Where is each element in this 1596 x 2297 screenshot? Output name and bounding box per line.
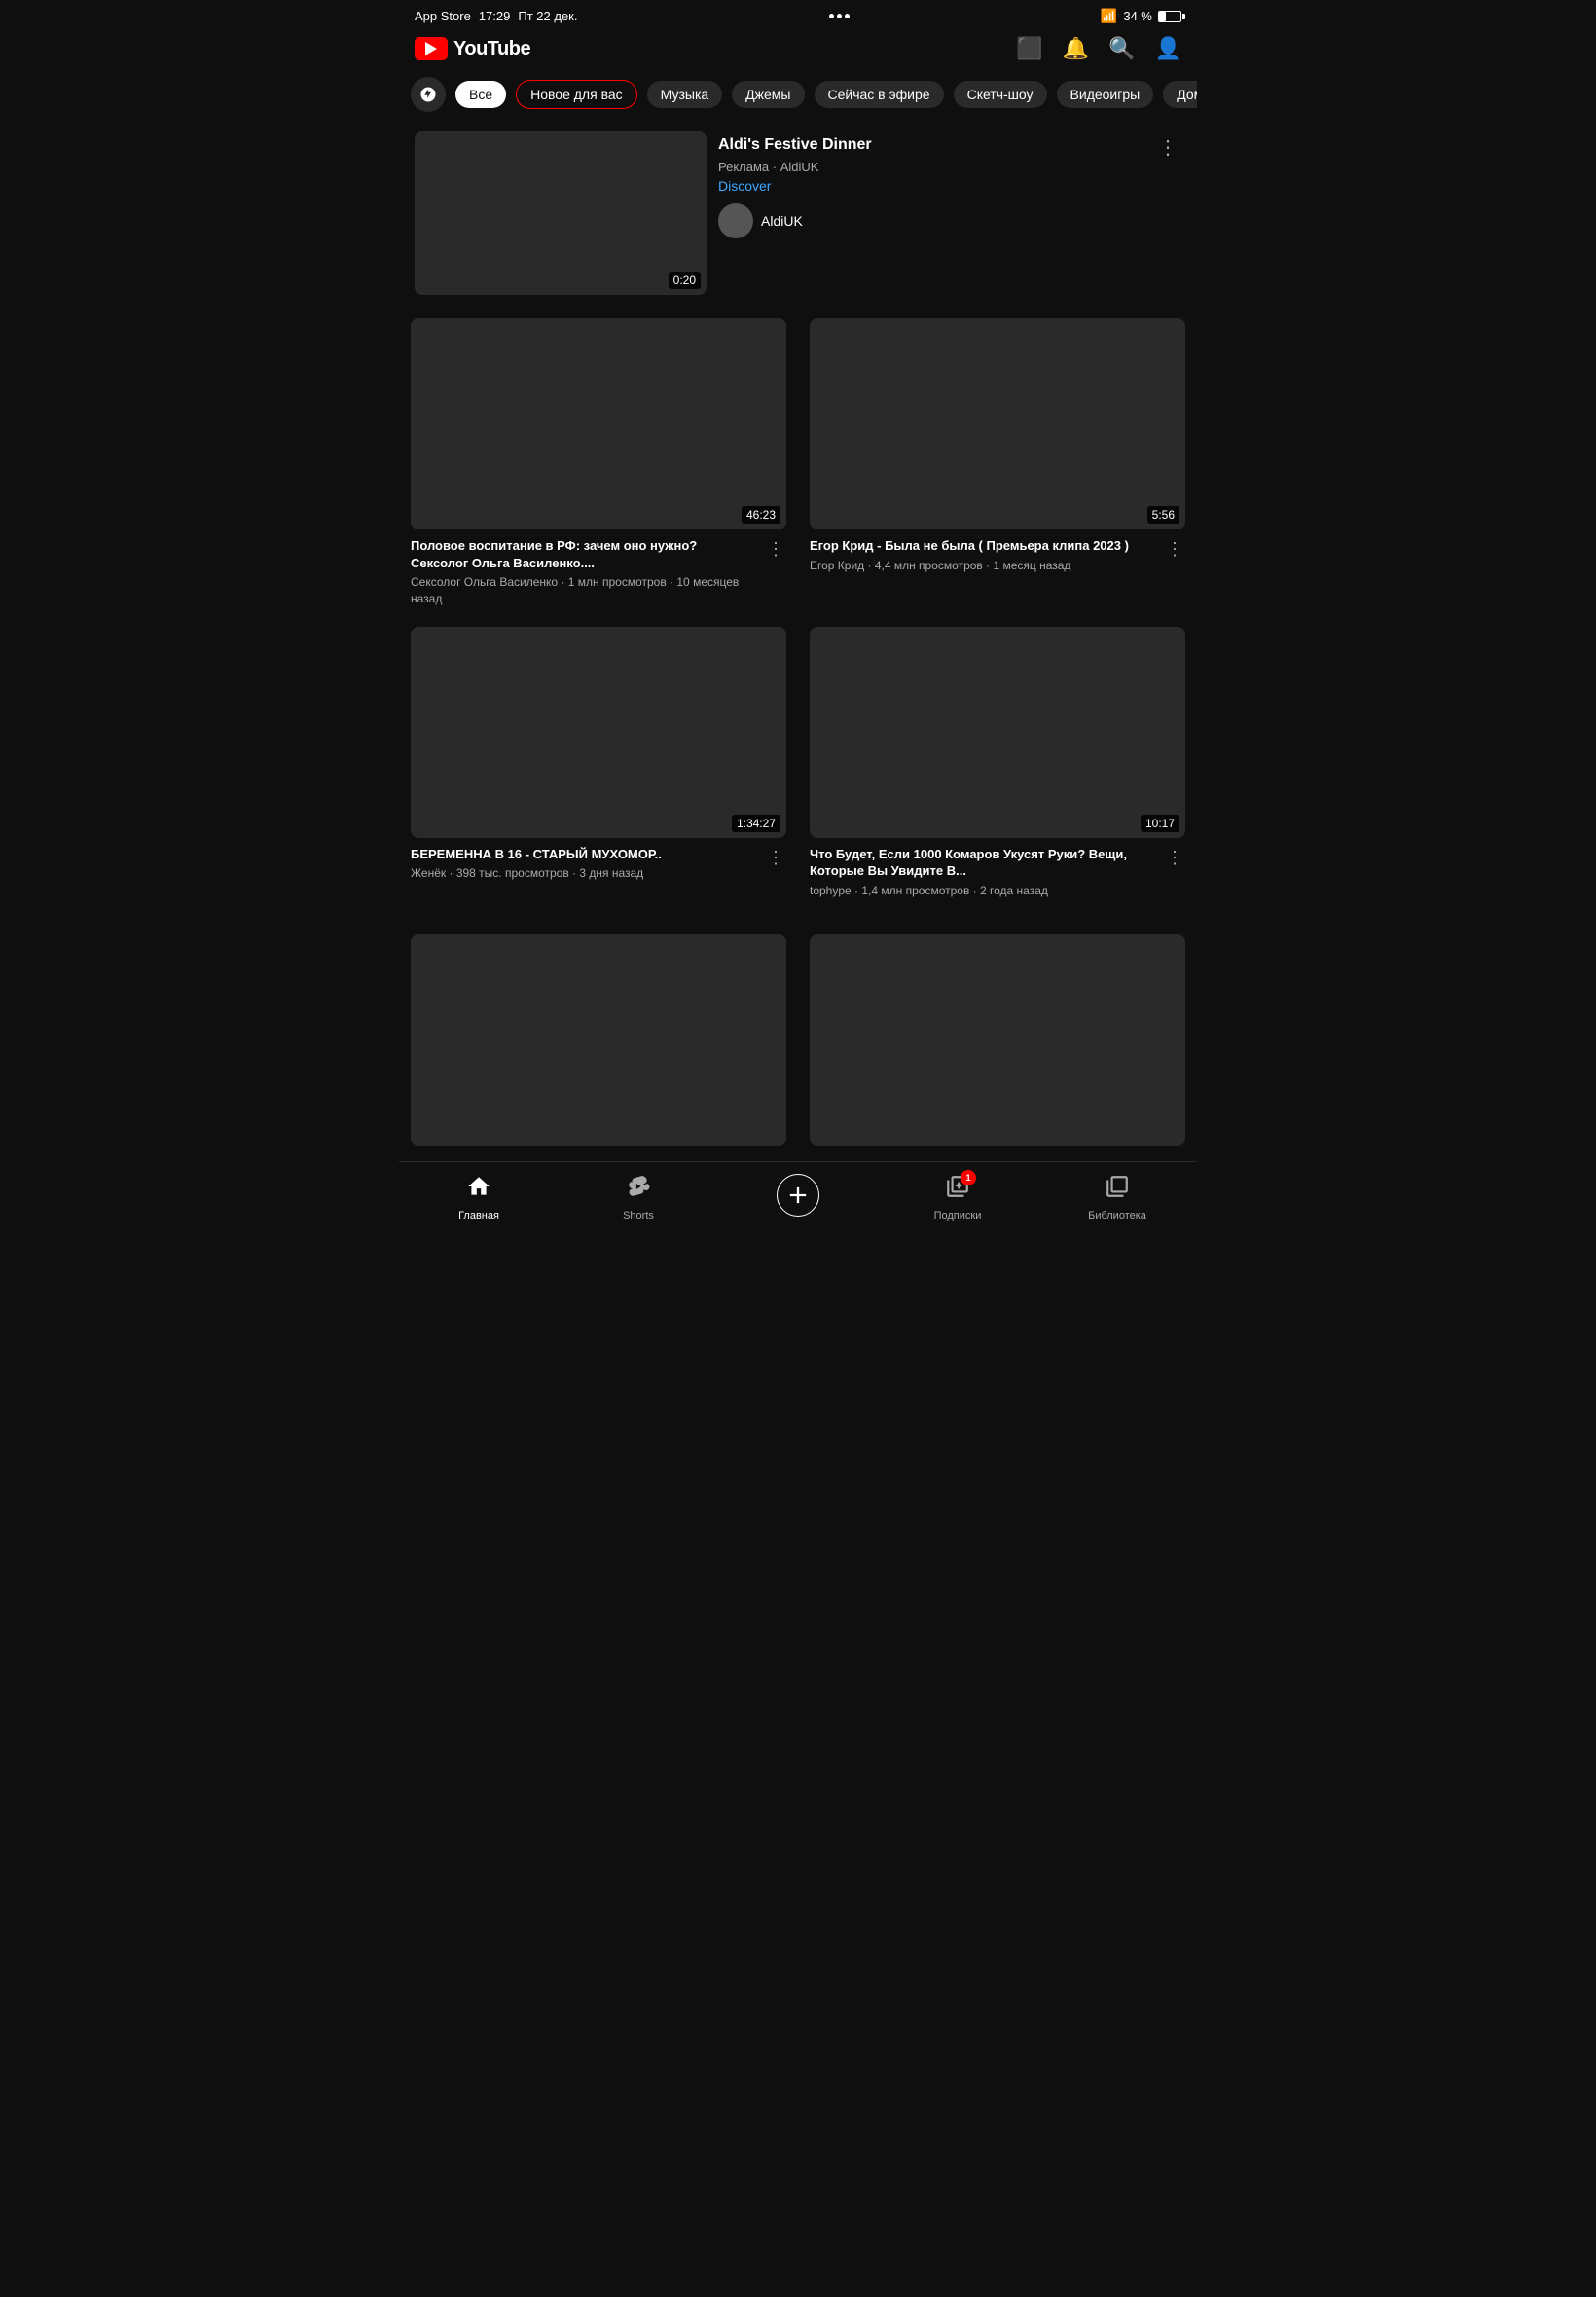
partial-item-2[interactable]	[798, 927, 1197, 1153]
nav-shorts-label: Shorts	[623, 1210, 654, 1221]
nav-home-label: Главная	[458, 1210, 499, 1221]
tab-all[interactable]: Все	[455, 81, 506, 108]
video-more-3[interactable]: ⋮	[765, 846, 786, 870]
ad-title: Aldi's Festive Dinner	[718, 135, 1181, 156]
ad-thumbnail[interactable]: 0:20	[415, 131, 707, 295]
ad-channel[interactable]: AldiUK	[718, 203, 1181, 238]
tab-new-for-you[interactable]: Новое для вас	[516, 80, 637, 109]
subscriptions-icon: 1	[945, 1174, 970, 1206]
nav-subscriptions[interactable]: 1 Подписки	[878, 1170, 1037, 1225]
tab-sketch[interactable]: Скетч-шоу	[954, 81, 1047, 108]
battery-icon	[1158, 11, 1181, 22]
video-item-1[interactable]: 46:23 Половое воспитание в РФ: зачем оно…	[399, 310, 798, 619]
battery-text: 34 %	[1123, 9, 1152, 23]
status-left: App Store 17:29 Пт 22 дек.	[415, 9, 577, 23]
more-dots	[829, 14, 850, 18]
ad-info: Aldi's Festive Dinner Реклама · AldiUK D…	[718, 131, 1181, 295]
ad-section[interactable]: 0:20 Aldi's Festive Dinner Реклама · Ald…	[399, 120, 1197, 303]
status-right: 📶 34 %	[1101, 8, 1181, 24]
tab-videogames[interactable]: Видеоигры	[1057, 81, 1154, 108]
video-meta-1: Сексолог Ольга Василенко · 1 млн просмот…	[411, 574, 757, 607]
tab-games[interactable]: Джемы	[732, 81, 804, 108]
video-item-4[interactable]: 10:17 Что Будет, Если 1000 Комаров Укуся…	[798, 619, 1197, 911]
tab-live[interactable]: Сейчас в эфире	[815, 81, 944, 108]
video-text-2: Егор Крид - Была не была ( Премьера клип…	[810, 537, 1156, 573]
header-icons: ⬛ 🔔 🔍 👤	[1016, 36, 1181, 61]
video-meta-2: Егор Крид · 4,4 млн просмотров · 1 месяц…	[810, 558, 1156, 574]
tab-home[interactable]: Дома	[1163, 81, 1197, 108]
video-meta-4: tophype · 1,4 млн просмотров · 2 года на…	[810, 883, 1156, 899]
tab-music[interactable]: Музыка	[647, 81, 723, 108]
ad-discover[interactable]: Discover	[718, 178, 1181, 194]
video-thumbnail-2[interactable]: 5:56	[810, 318, 1185, 529]
video-title-1: Половое воспитание в РФ: зачем оно нужно…	[411, 537, 757, 571]
video-more-2[interactable]: ⋮	[1164, 537, 1185, 562]
home-icon	[466, 1174, 491, 1206]
nav-shorts[interactable]: Shorts	[559, 1170, 718, 1225]
logo[interactable]: YouTube	[415, 37, 530, 60]
video-more-1[interactable]: ⋮	[765, 537, 786, 562]
video-item-3[interactable]: 1:34:27 БЕРЕМЕННА В 16 - СТАРЫЙ МУХОМОР.…	[399, 619, 798, 911]
partial-item-1[interactable]	[399, 927, 798, 1153]
video-thumbnail-3[interactable]: 1:34:27	[411, 627, 786, 838]
video-text-1: Половое воспитание в РФ: зачем оно нужно…	[411, 537, 757, 607]
video-title-3: БЕРЕМЕННА В 16 - СТАРЫЙ МУХОМОР..	[411, 846, 757, 863]
video-info-1: Половое воспитание в РФ: зачем оно нужно…	[411, 537, 786, 607]
video-meta-3: Женёк · 398 тыс. просмотров · 3 дня наза…	[411, 865, 757, 882]
nav-subscriptions-label: Подписки	[934, 1210, 982, 1221]
time: 17:29	[479, 9, 511, 23]
carrier: App Store	[415, 9, 471, 23]
ad-duration: 0:20	[669, 272, 701, 289]
wifi-icon: 📶	[1101, 8, 1117, 24]
notifications-icon[interactable]: 🔔	[1063, 36, 1089, 61]
partial-thumbnail-1	[411, 934, 786, 1146]
video-info-2: Егор Крид - Была не была ( Премьера клип…	[810, 537, 1185, 573]
video-duration-1: 46:23	[742, 506, 780, 524]
date: Пт 22 дек.	[518, 9, 577, 23]
subscriptions-badge: 1	[961, 1170, 976, 1185]
video-duration-3: 1:34:27	[732, 815, 780, 832]
video-text-4: Что Будет, Если 1000 Комаров Укусят Руки…	[810, 846, 1156, 899]
nav-home[interactable]: Главная	[399, 1170, 559, 1225]
library-icon	[1105, 1174, 1130, 1206]
ad-meta: Реклама · AldiUK	[718, 160, 1181, 174]
video-thumbnail-1[interactable]: 46:23	[411, 318, 786, 529]
ad-more-button[interactable]: ⋮	[1154, 131, 1181, 164]
video-grid: 46:23 Половое воспитание в РФ: зачем оно…	[399, 303, 1197, 919]
explore-tab[interactable]	[411, 77, 446, 112]
video-title-2: Егор Крид - Была не была ( Премьера клип…	[810, 537, 1156, 555]
video-info-4: Что Будет, Если 1000 Комаров Укусят Руки…	[810, 846, 1185, 899]
bottom-nav: Главная Shorts 1 Подписки Библиотека	[399, 1161, 1197, 1245]
video-item-2[interactable]: 5:56 Егор Крид - Была не была ( Премьера…	[798, 310, 1197, 619]
nav-add[interactable]	[718, 1174, 878, 1221]
video-title-4: Что Будет, Если 1000 Комаров Укусят Руки…	[810, 846, 1156, 880]
add-button[interactable]	[777, 1174, 819, 1217]
video-thumbnail-4[interactable]: 10:17	[810, 627, 1185, 838]
cast-icon[interactable]: ⬛	[1016, 36, 1042, 61]
partial-row	[399, 919, 1197, 1161]
shorts-icon	[626, 1174, 651, 1206]
nav-library[interactable]: Библиотека	[1037, 1170, 1197, 1225]
account-icon[interactable]: 👤	[1155, 36, 1181, 61]
youtube-logo-icon	[415, 37, 448, 60]
video-duration-4: 10:17	[1141, 815, 1179, 832]
logo-text: YouTube	[453, 38, 530, 60]
video-text-3: БЕРЕМЕННА В 16 - СТАРЫЙ МУХОМОР.. Женёк …	[411, 846, 757, 882]
partial-thumbnail-2	[810, 934, 1185, 1146]
ad-label: Реклама · AldiUK	[718, 160, 818, 174]
search-icon[interactable]: 🔍	[1108, 36, 1135, 61]
channel-avatar	[718, 203, 753, 238]
category-tabs: Все Новое для вас Музыка Джемы Сейчас в …	[399, 69, 1197, 120]
video-duration-2: 5:56	[1147, 506, 1179, 524]
nav-library-label: Библиотека	[1088, 1210, 1146, 1221]
header: YouTube ⬛ 🔔 🔍 👤	[399, 28, 1197, 69]
status-bar: App Store 17:29 Пт 22 дек. 📶 34 %	[399, 0, 1197, 28]
channel-name: AldiUK	[761, 213, 803, 229]
video-info-3: БЕРЕМЕННА В 16 - СТАРЫЙ МУХОМОР.. Женёк …	[411, 846, 786, 882]
video-more-4[interactable]: ⋮	[1164, 846, 1185, 870]
